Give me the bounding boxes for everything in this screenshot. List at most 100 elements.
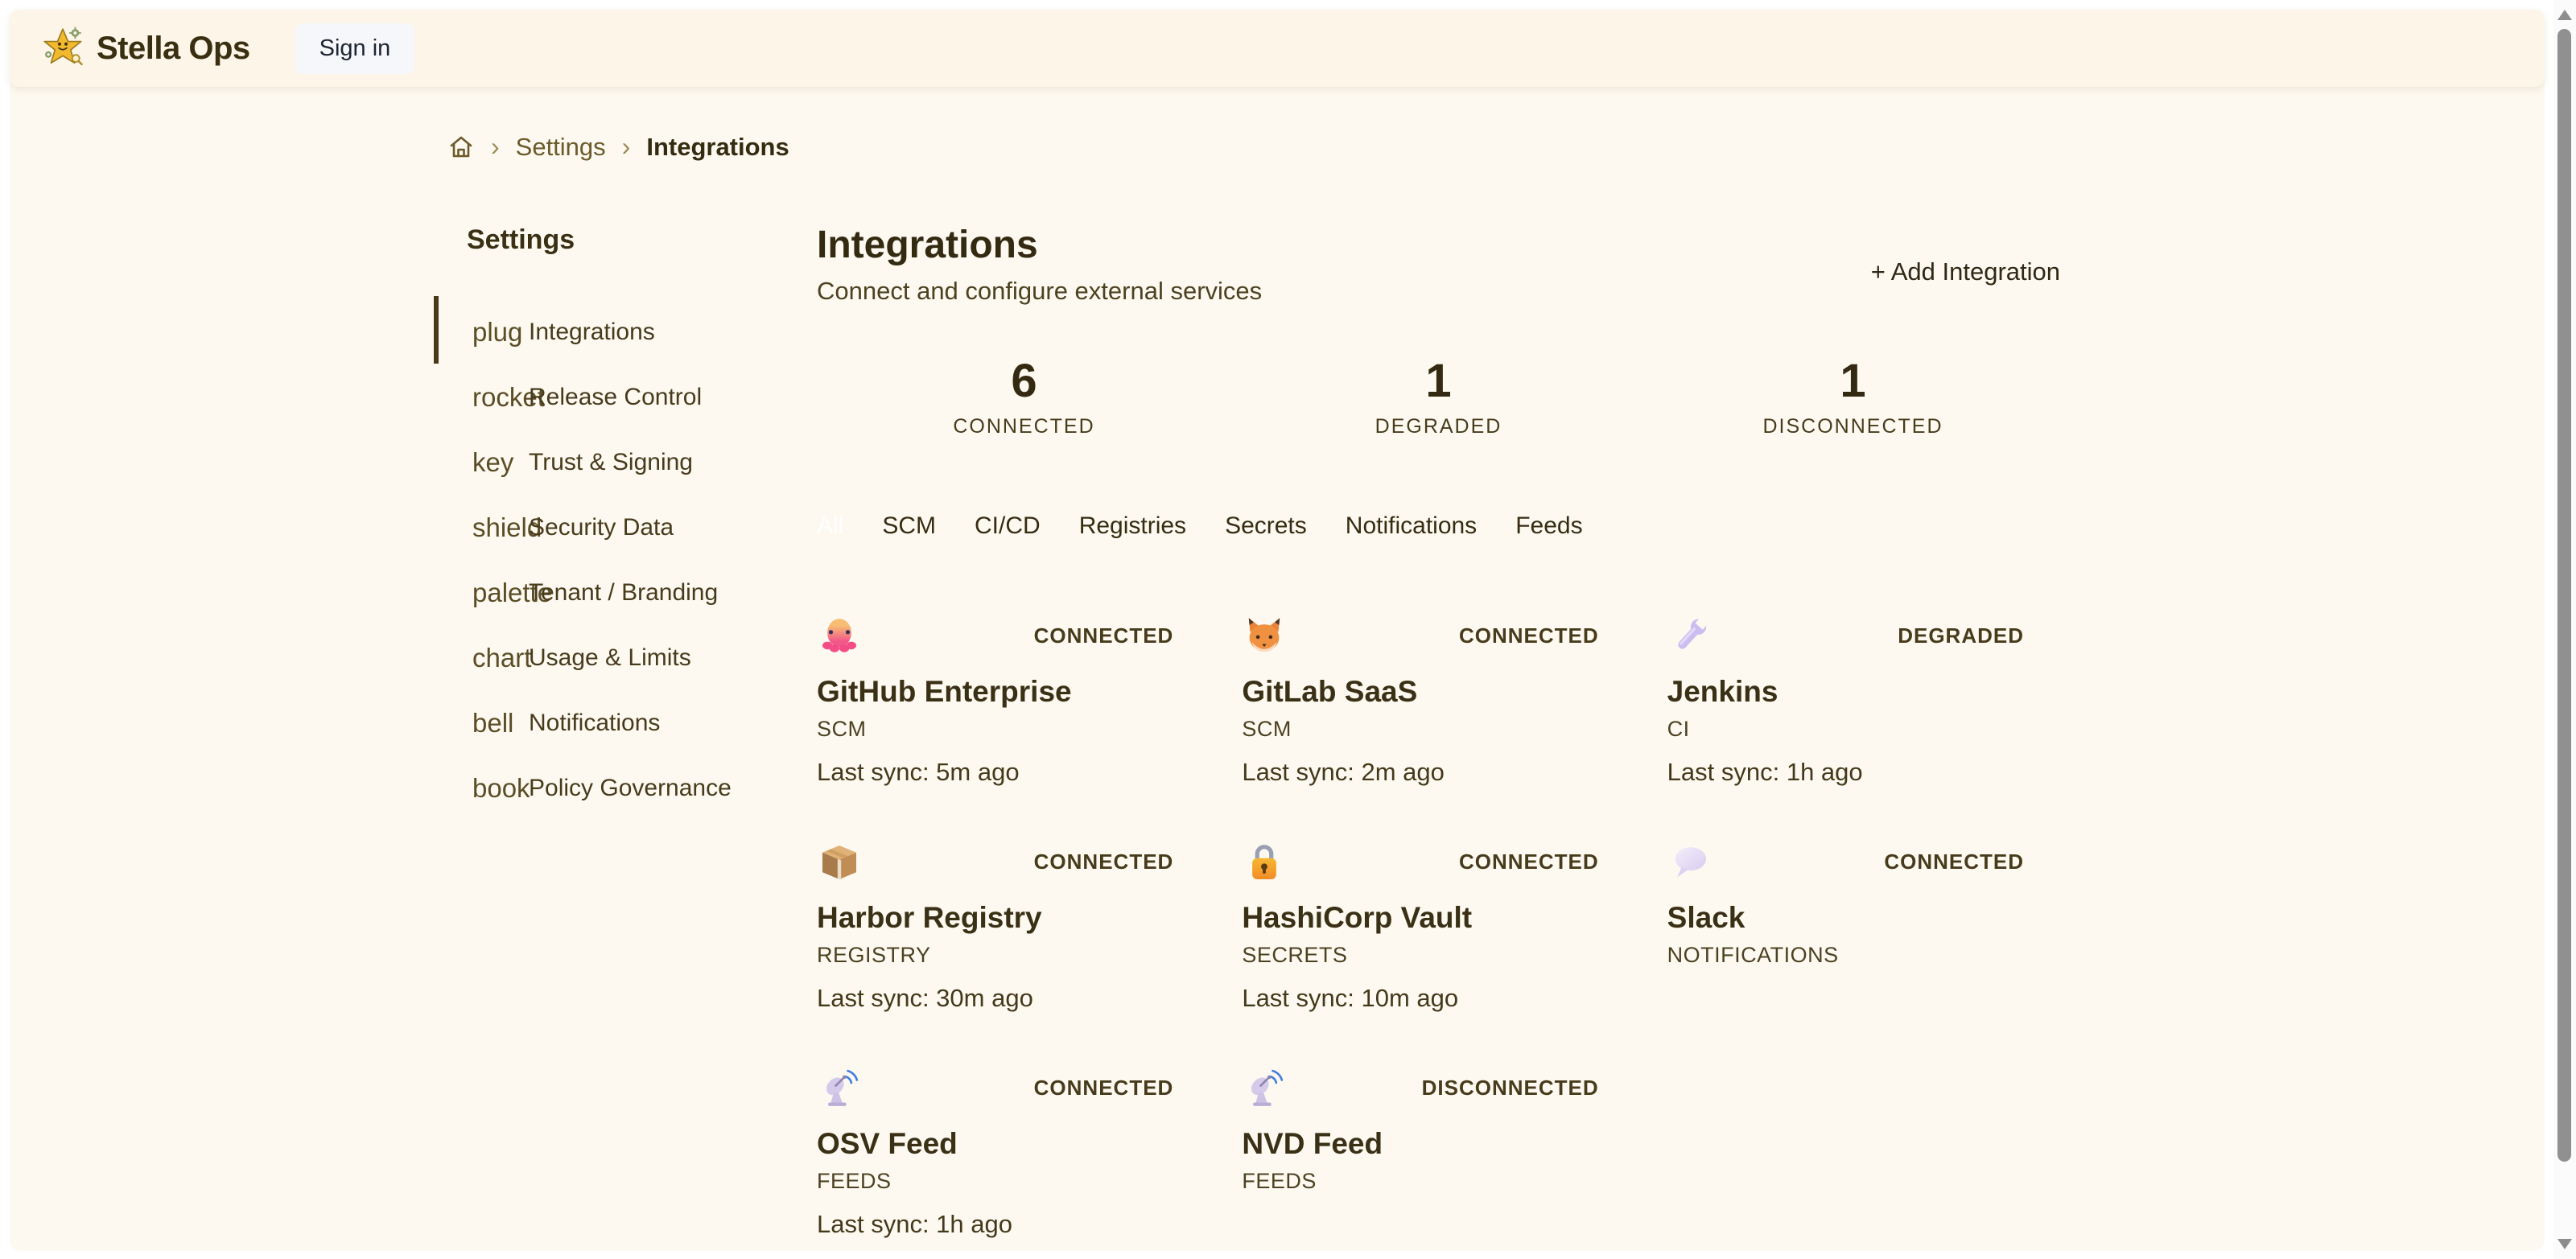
sidebar-item-label: Trust & Signing [529,449,693,476]
integration-name: Harbor Registry [817,901,1210,935]
sidebar-item-trust-signing[interactable]: key Trust & Signing [434,430,796,495]
bell-icon: bell [472,708,513,739]
integration-last-sync: Last sync: 2m ago [1242,758,1634,787]
integration-last-sync [1242,1210,1634,1239]
integration-name: HashiCorp Vault [1242,901,1634,935]
stat-label: CONNECTED [817,415,1231,438]
integration-name: NVD Feed [1242,1127,1634,1161]
sidebar-item-label: Policy Governance [529,775,732,802]
status-badge: CONNECTED [1034,623,1174,648]
integration-card-hashicorp-vault[interactable]: CONNECTED HashiCorp Vault SECRETS Last s… [1242,840,1634,1013]
integration-card-nvd-feed[interactable]: DISCONNECTED NVD Feed FEEDS [1242,1066,1634,1239]
breadcrumb-separator: › [622,132,631,162]
tab-secrets[interactable]: Secrets [1225,512,1307,540]
chart-icon: chart [472,643,531,673]
integration-type: FEEDS [817,1169,1210,1194]
integration-card-jenkins[interactable]: DEGRADED Jenkins CI Last sync: 1h ago [1667,614,2060,787]
status-badge: DEGRADED [1898,623,2024,648]
sidebar-item-label: Release Control [529,384,702,411]
page-title: Integrations [817,224,1262,267]
speech-balloon-icon [1667,840,1713,885]
sidebar-item-security-data[interactable]: shield Security Data [434,495,796,560]
integration-type: CI [1667,717,2060,742]
integration-type: NOTIFICATIONS [1667,943,2060,968]
vertical-scrollbar [2553,0,2576,1259]
package-icon [817,840,862,885]
integration-name: GitHub Enterprise [817,675,1210,709]
integration-card-slack[interactable]: CONNECTED Slack NOTIFICATIONS [1667,840,2060,1013]
integration-name: Slack [1667,901,2060,935]
stat-value: 1 [1231,356,1646,407]
sidebar-item-policy-governance[interactable]: book Policy Governance [434,755,796,821]
satellite-icon [817,1066,862,1111]
integrations-main: Integrations Connect and configure exter… [817,224,2060,1239]
main-header: Integrations Connect and configure exter… [817,224,2060,306]
app-name: Stella Ops [97,31,250,67]
sidebar-item-notifications[interactable]: bell Notifications [434,690,796,755]
plug-icon: plug [472,317,522,348]
integration-card-gitlab-saas[interactable]: CONNECTED GitLab SaaS SCM Last sync: 2m … [1242,614,1634,787]
stat-disconnected: 1 DISCONNECTED [1646,356,2060,438]
settings-nav: plug Integrations rocket Release Control… [434,299,796,821]
integration-type: SCM [1242,717,1634,742]
sidebar-item-release-control[interactable]: rocket Release Control [434,364,796,430]
integration-type: SCM [817,717,1210,742]
tab-all[interactable]: All [817,512,843,540]
integration-card-osv-feed[interactable]: CONNECTED OSV Feed FEEDS Last sync: 1h a… [817,1066,1210,1239]
integration-last-sync [1667,984,2060,1013]
sidebar-item-label: Integrations [529,319,655,346]
stat-connected: 6 CONNECTED [817,356,1231,438]
integration-grid: CONNECTED GitHub Enterprise SCM Last syn… [817,614,2060,1239]
page-subtitle: Connect and configure external services [817,277,1262,306]
key-icon: key [472,447,513,478]
integration-name: Jenkins [1667,675,2060,709]
sidebar-item-tenant-branding[interactable]: palette Tenant / Branding [434,560,796,625]
scrollbar-down-arrow-icon[interactable] [2557,1239,2572,1249]
status-badge: DISCONNECTED [1422,1076,1599,1101]
breadcrumb-integrations: Integrations [646,133,789,162]
fox-icon [1242,614,1287,659]
status-badge: CONNECTED [1884,850,2024,874]
tab-registries[interactable]: Registries [1079,512,1186,540]
integration-type: REGISTRY [817,943,1210,968]
sidebar-title: Settings [467,224,796,256]
breadcrumb: › Settings › Integrations [447,132,2545,162]
breadcrumb-separator: › [491,132,500,162]
add-integration-button[interactable]: + Add Integration [1871,239,2060,306]
lock-icon [1242,840,1287,885]
sidebar-item-label: Usage & Limits [529,644,691,672]
tab-cicd[interactable]: CI/CD [975,512,1041,540]
status-badge: CONNECTED [1034,850,1174,874]
tab-feeds[interactable]: Feeds [1515,512,1582,540]
status-badge: CONNECTED [1459,623,1599,648]
status-badge: CONNECTED [1459,850,1599,874]
integration-type: FEEDS [1242,1169,1634,1194]
octopus-icon [817,614,862,659]
stat-label: DISCONNECTED [1646,415,2060,438]
sidebar-item-integrations[interactable]: plug Integrations [434,299,796,364]
home-icon[interactable] [447,134,475,161]
sidebar-item-usage-limits[interactable]: chart Usage & Limits [434,625,796,690]
category-tabs: All SCM CI/CD Registries Secrets Notific… [817,512,2060,540]
star-mascot-logo-icon [42,26,84,72]
integration-last-sync: Last sync: 30m ago [817,984,1210,1013]
book-icon: book [472,773,530,804]
scrollbar-up-arrow-icon[interactable] [2557,10,2572,20]
stat-value: 6 [817,356,1231,407]
sidebar-item-label: Tenant / Branding [529,579,718,607]
integration-name: GitLab SaaS [1242,675,1634,709]
wrench-icon [1667,614,1713,659]
body-row: Settings plug Integrations rocket Releas… [10,224,2545,1239]
settings-sidebar: Settings plug Integrations rocket Releas… [434,224,796,1239]
tab-scm[interactable]: SCM [882,512,936,540]
integration-last-sync: Last sync: 5m ago [817,758,1210,787]
breadcrumb-settings[interactable]: Settings [516,133,606,162]
integration-type: SECRETS [1242,943,1634,968]
satellite-icon [1242,1066,1287,1111]
integration-card-github-enterprise[interactable]: CONNECTED GitHub Enterprise SCM Last syn… [817,614,1210,787]
integration-last-sync: Last sync: 10m ago [1242,984,1634,1013]
scrollbar-thumb[interactable] [2557,29,2571,1162]
integration-card-harbor-registry[interactable]: CONNECTED Harbor Registry REGISTRY Last … [817,840,1210,1013]
tab-notifications[interactable]: Notifications [1346,512,1477,540]
sign-in-button[interactable]: Sign in [295,23,415,74]
